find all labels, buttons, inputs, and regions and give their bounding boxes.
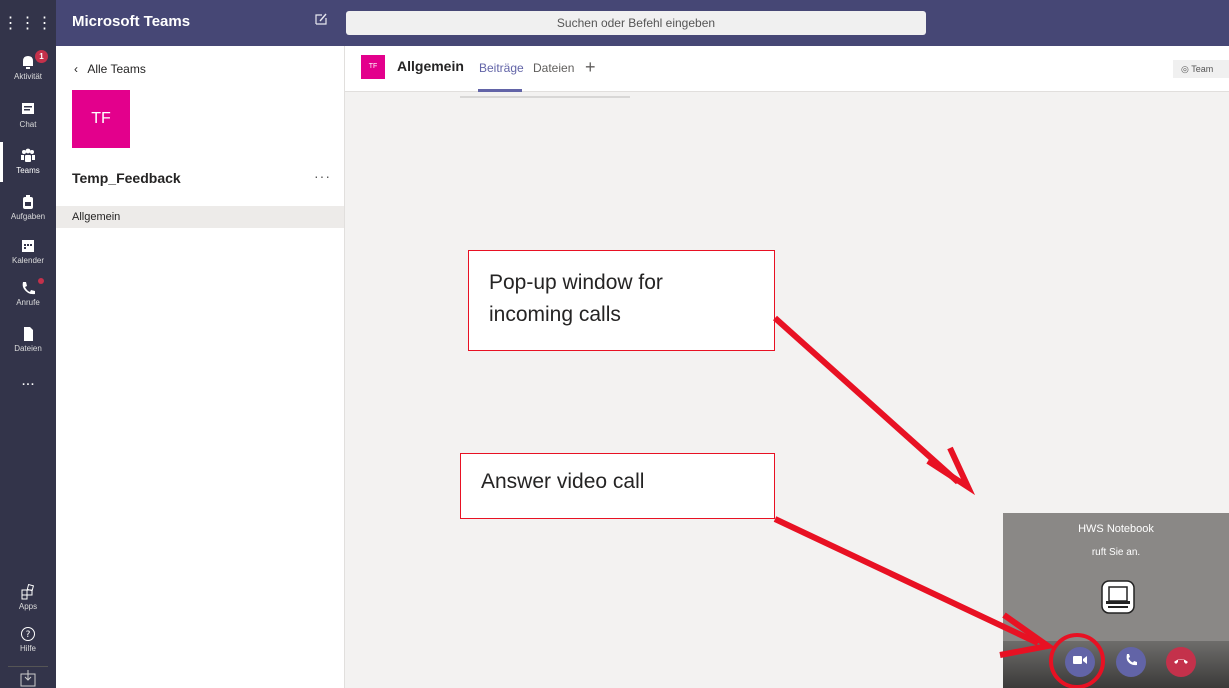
team-button-label: Team: [1191, 64, 1214, 74]
rail-label: Aktivität: [13, 72, 42, 81]
rail-item-tasks[interactable]: Aufgaben: [0, 188, 56, 230]
annotation-popup-line1: Pop-up window for: [489, 271, 663, 294]
divider: [460, 96, 630, 98]
annotation-popup: Pop-up window for incoming calls: [468, 250, 775, 351]
tasks-icon: [19, 194, 37, 210]
add-tab-icon[interactable]: +: [585, 57, 596, 78]
highlight-circle: [1049, 633, 1105, 688]
notification-badge: 1: [35, 50, 48, 63]
rail-label: Kalender: [11, 256, 45, 265]
channel-title: Allgemein: [397, 58, 464, 74]
rail-label: Dateien: [14, 344, 42, 353]
download-icon[interactable]: [8, 666, 48, 688]
team-button[interactable]: ◎ Team: [1173, 60, 1229, 78]
answer-audio-button[interactable]: [1116, 647, 1146, 677]
phone-icon: [19, 280, 37, 296]
rail-item-calendar[interactable]: Kalender: [0, 232, 56, 274]
tab-files[interactable]: Dateien: [533, 61, 574, 75]
channel-header: TF Allgemein Beiträge Dateien + ◎ Team: [345, 46, 1229, 92]
back-label: Alle Teams: [87, 62, 146, 76]
back-to-teams-link[interactable]: ‹ Alle Teams: [74, 62, 146, 76]
search-input[interactable]: Suchen oder Befehl eingeben: [346, 11, 926, 35]
channel-label: Allgemein: [72, 211, 121, 223]
active-tab-indicator: [478, 89, 522, 92]
team-panel: ‹ Alle Teams TF Temp_Feedback ··· Allgem…: [56, 46, 345, 688]
rail-item-teams[interactable]: Teams: [0, 142, 56, 184]
hang-up-icon: [1173, 653, 1189, 671]
eye-icon: ◎: [1181, 64, 1192, 74]
channel-avatar: TF: [361, 55, 385, 79]
compose-icon[interactable]: [314, 12, 330, 28]
caller-name: HWS Notebook: [1078, 523, 1154, 535]
channel-item-allgemein[interactable]: Allgemein: [56, 206, 344, 228]
team-name: Temp_Feedback: [72, 170, 181, 186]
app-launcher-icon[interactable]: ⋮⋮⋮: [0, 0, 56, 46]
rail-item-chat[interactable]: Chat: [0, 96, 56, 138]
help-icon: ?: [19, 626, 37, 642]
rail-label: Anrufe: [16, 298, 40, 307]
rail-item-apps[interactable]: Apps: [0, 578, 56, 620]
top-bar: ⋮⋮⋮ Microsoft Teams Suchen oder Befehl e…: [0, 0, 1229, 46]
incoming-call-popup[interactable]: HWS Notebook ruft Sie an.: [1003, 513, 1229, 688]
app-title: Microsoft Teams: [72, 13, 191, 30]
chevron-left-icon: ‹: [74, 62, 78, 76]
chat-icon: [19, 102, 37, 118]
rail-item-calls[interactable]: Anrufe: [0, 274, 56, 316]
svg-text:?: ?: [26, 630, 31, 640]
computer-icon: [1098, 577, 1138, 617]
rail-label: Aufgaben: [10, 212, 46, 221]
more-options-icon[interactable]: ···: [314, 168, 331, 184]
apps-icon: [19, 583, 37, 600]
phone-icon: [1124, 653, 1138, 672]
rail-label: Apps: [18, 602, 38, 611]
more-icon: ...: [21, 372, 35, 389]
annotation-answer: Answer video call: [460, 453, 775, 519]
status-dot: [38, 278, 44, 284]
tab-posts[interactable]: Beiträge: [479, 61, 524, 75]
annotation-popup-line2: incoming calls: [489, 303, 621, 326]
rail-item-files[interactable]: Dateien: [0, 320, 56, 362]
rail-item-help[interactable]: ? Hilfe: [0, 620, 56, 662]
decline-call-button[interactable]: [1166, 647, 1196, 677]
rail-item-activity[interactable]: 1 Aktivität: [0, 48, 56, 90]
files-icon: [19, 326, 37, 342]
rail-item-more[interactable]: ...: [0, 368, 56, 410]
call-subtitle: ruft Sie an.: [1091, 547, 1141, 558]
team-avatar: TF: [72, 90, 130, 148]
teams-icon: [19, 148, 37, 164]
app-rail: 1 Aktivität Chat Teams Aufgaben Kalender…: [0, 46, 56, 688]
rail-label: Teams: [16, 166, 40, 175]
rail-label: Chat: [19, 120, 37, 129]
rail-label: Hilfe: [19, 644, 36, 653]
calendar-icon: [19, 238, 37, 254]
